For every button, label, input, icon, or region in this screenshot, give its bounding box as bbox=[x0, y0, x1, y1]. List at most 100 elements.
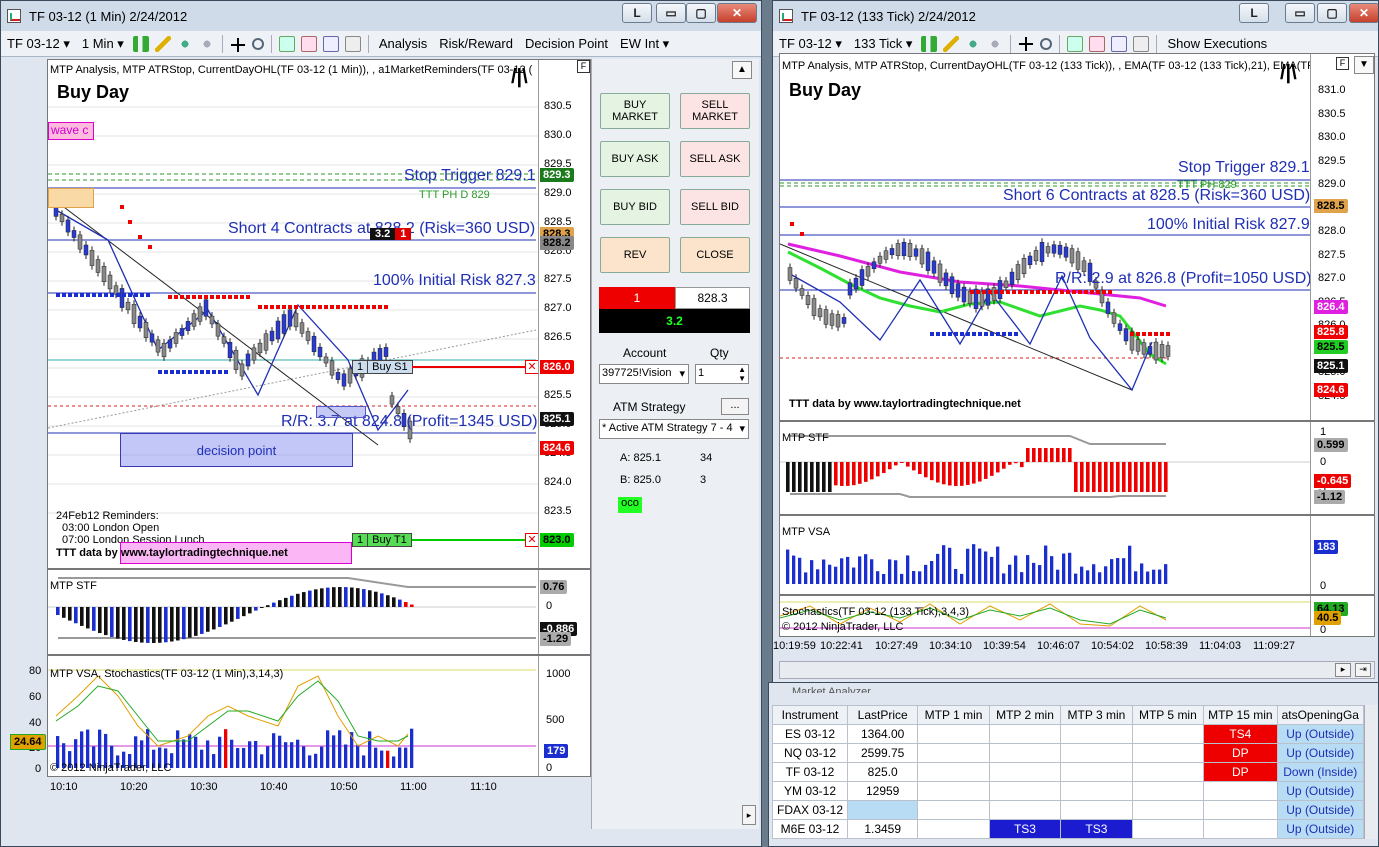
cell-m1[interactable] bbox=[917, 800, 990, 820]
cell-instrument[interactable]: NQ 03-12 bbox=[771, 743, 849, 763]
properties-icon[interactable] bbox=[344, 35, 361, 52]
col-mtp-5min[interactable]: MTP 5 min bbox=[1131, 705, 1205, 725]
cell-instrument[interactable]: FDAX 03-12 bbox=[771, 800, 849, 820]
indicator-icon[interactable] bbox=[300, 35, 317, 52]
grid-vertical-scrollbar[interactable] bbox=[1364, 705, 1378, 839]
horizontal-scrollbar[interactable] bbox=[779, 661, 1375, 679]
atm-more-button[interactable]: ... bbox=[721, 398, 749, 415]
sell-ask-button[interactable]: SELL ASK bbox=[680, 141, 750, 177]
properties-icon[interactable] bbox=[1133, 35, 1150, 52]
cell-last[interactable] bbox=[847, 800, 919, 820]
wand-icon[interactable] bbox=[176, 35, 193, 52]
scroll-end-button[interactable]: ⇥ bbox=[1355, 663, 1371, 677]
cell-m15[interactable]: TS4 bbox=[1203, 724, 1278, 744]
format-button[interactable]: F bbox=[1336, 57, 1349, 70]
cell-gap[interactable]: Down (Inside) bbox=[1276, 762, 1365, 782]
zoom-icon[interactable] bbox=[251, 37, 264, 50]
cell-m2[interactable] bbox=[988, 800, 1062, 820]
qty-stepper[interactable]: 1 ▲ ▼ bbox=[695, 364, 749, 384]
left-price-panel[interactable]: wave c Buy Day /|\ MTP Analysis, MTP ATR… bbox=[47, 59, 591, 569]
scroll-right-button[interactable]: ▸ bbox=[1335, 663, 1351, 677]
wand-icon[interactable] bbox=[965, 35, 982, 52]
cell-m15[interactable] bbox=[1203, 781, 1278, 801]
instrument-selector[interactable]: TF 03-12 ▾ bbox=[779, 36, 842, 52]
cell-m5[interactable] bbox=[1131, 800, 1205, 820]
chart-style-icon[interactable] bbox=[1067, 35, 1084, 52]
cell-instrument[interactable]: M6E 03-12 bbox=[771, 819, 849, 839]
cell-m2[interactable]: TS3 bbox=[988, 819, 1062, 839]
cell-m5[interactable] bbox=[1131, 724, 1205, 744]
zoom-icon[interactable] bbox=[1040, 37, 1053, 50]
decision-point-box[interactable]: decision point bbox=[120, 433, 353, 467]
indicator-icon[interactable] bbox=[1089, 35, 1106, 52]
format-button[interactable]: F bbox=[577, 60, 590, 73]
cell-m2[interactable] bbox=[988, 743, 1062, 763]
buy-market-button[interactable]: BUY MARKET bbox=[600, 93, 670, 129]
market-analyzer-grid[interactable]: Instrument LastPrice MTP 1 min MTP 2 min… bbox=[771, 705, 1365, 839]
cell-last[interactable]: 825.0 bbox=[847, 762, 919, 782]
cell-last[interactable]: 2599.75 bbox=[847, 743, 919, 763]
menu-risk-reward[interactable]: Risk/Reward bbox=[439, 36, 513, 51]
menu-ew-int[interactable]: EW Int ▾ bbox=[620, 36, 669, 52]
strategy-icon[interactable] bbox=[322, 35, 339, 52]
cell-last[interactable]: 1.3459 bbox=[847, 819, 919, 839]
order-t1-tag[interactable]: 1 Buy T1 bbox=[352, 533, 412, 547]
cell-gap[interactable]: Up (Outside) bbox=[1276, 819, 1365, 839]
close-button[interactable]: ✕ bbox=[717, 3, 757, 23]
table-row[interactable]: TF 03-12 825.0 DP Down (Inside) bbox=[771, 762, 1365, 782]
eraser-icon[interactable] bbox=[198, 35, 215, 52]
minimize-button[interactable]: ▭ bbox=[1285, 3, 1315, 23]
chart-style-icon[interactable] bbox=[278, 35, 295, 52]
link-button[interactable]: L bbox=[622, 3, 652, 23]
cell-gap[interactable]: Up (Outside) bbox=[1276, 724, 1365, 744]
panel-menu-button[interactable]: ▼ bbox=[1354, 56, 1374, 74]
cell-m15[interactable]: DP bbox=[1203, 762, 1278, 782]
order-s1-cancel-icon[interactable]: ✕ bbox=[525, 360, 539, 374]
cell-m1[interactable] bbox=[917, 724, 990, 744]
account-select[interactable]: 397725!Vision ▾ bbox=[599, 364, 689, 384]
table-row[interactable]: FDAX 03-12 Up (Outside) bbox=[771, 800, 1365, 820]
menu-decision-point[interactable]: Decision Point bbox=[525, 36, 608, 51]
cell-m1[interactable] bbox=[917, 781, 990, 801]
right-stf-panel[interactable]: MTP STF 1 0 -1 0.599 -0.645 -1.12 bbox=[779, 421, 1375, 515]
cell-m3[interactable] bbox=[1060, 800, 1133, 820]
cell-m15[interactable] bbox=[1203, 800, 1278, 820]
cell-m1[interactable] bbox=[917, 819, 990, 839]
bar-type-icon[interactable] bbox=[132, 35, 149, 52]
col-mtp-15min[interactable]: MTP 15 min bbox=[1203, 705, 1278, 725]
instrument-selector[interactable]: TF 03-12 ▾ bbox=[7, 36, 70, 52]
cell-m3[interactable] bbox=[1060, 724, 1133, 744]
bar-type-icon[interactable] bbox=[921, 35, 938, 52]
oco-button[interactable]: oco bbox=[618, 497, 642, 513]
minimize-button[interactable]: ▭ bbox=[656, 3, 686, 23]
cell-m5[interactable] bbox=[1131, 762, 1205, 782]
table-row[interactable]: ES 03-12 1364.00 TS4 Up (Outside) bbox=[771, 724, 1365, 744]
menu-analysis[interactable]: Analysis bbox=[379, 36, 427, 51]
table-row[interactable]: YM 03-12 12959 Up (Outside) bbox=[771, 781, 1365, 801]
cell-m2[interactable] bbox=[988, 724, 1062, 744]
cell-m3[interactable]: TS3 bbox=[1060, 819, 1133, 839]
cell-last[interactable]: 1364.00 bbox=[847, 724, 919, 744]
col-opening-gap[interactable]: atsOpeningGa bbox=[1276, 705, 1365, 725]
pencil-icon[interactable] bbox=[154, 35, 171, 52]
table-row[interactable]: NQ 03-12 2599.75 DP Up (Outside) bbox=[771, 743, 1365, 763]
sell-bid-button[interactable]: SELL BID bbox=[680, 189, 750, 225]
cell-gap[interactable]: Up (Outside) bbox=[1276, 800, 1365, 820]
order-s1-tag[interactable]: 1 Buy S1 bbox=[352, 360, 413, 374]
left-vsa-panel[interactable]: MTP VSA, Stochastics(TF 03-12 (1 Min),3,… bbox=[47, 655, 591, 777]
cell-m2[interactable] bbox=[988, 781, 1062, 801]
buy-ask-button[interactable]: BUY ASK bbox=[600, 141, 670, 177]
crosshair-icon[interactable] bbox=[1018, 35, 1035, 52]
interval-selector[interactable]: 133 Tick ▾ bbox=[854, 36, 913, 52]
cell-instrument[interactable]: TF 03-12 bbox=[771, 762, 849, 782]
col-last-price[interactable]: LastPrice bbox=[847, 705, 919, 725]
eraser-icon[interactable] bbox=[987, 35, 1004, 52]
table-row[interactable]: M6E 03-12 1.3459 TS3 TS3 Up (Outside) bbox=[771, 819, 1365, 839]
maximize-button[interactable]: ▢ bbox=[686, 3, 716, 23]
atm-strategy-select[interactable]: * Active ATM Strategy 7 - 4 ▾ bbox=[599, 419, 749, 439]
cell-m15[interactable]: DP bbox=[1203, 743, 1278, 763]
pencil-icon[interactable] bbox=[943, 35, 960, 52]
cell-m5[interactable] bbox=[1131, 819, 1205, 839]
cell-m2[interactable] bbox=[988, 762, 1062, 782]
order-t1-cancel-icon[interactable]: ✕ bbox=[525, 533, 539, 547]
